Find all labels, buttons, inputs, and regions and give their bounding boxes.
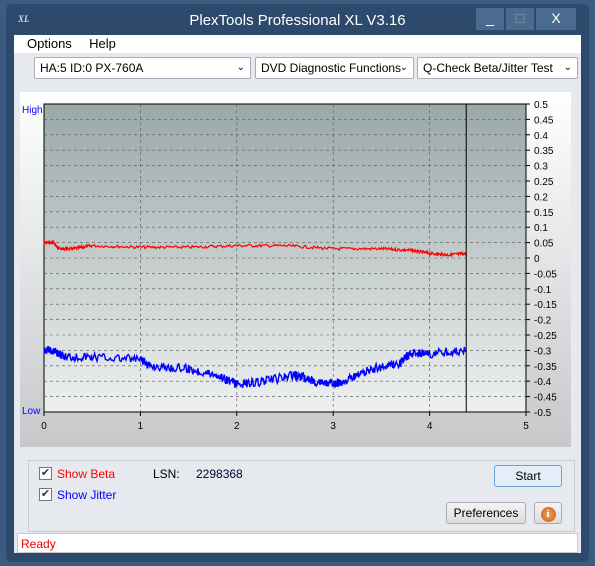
- x-tick-label: 4: [427, 421, 433, 432]
- client-area: Options Help HA:5 ID:0 PX-760A ⌄ DVD Diag…: [14, 35, 581, 553]
- drive-value: HA:5 ID:0 PX-760A: [40, 61, 144, 75]
- lsn-value: 2298368: [196, 467, 243, 481]
- function-value: DVD Diagnostic Functions: [261, 61, 402, 75]
- y-tick-label: 0.15: [534, 208, 554, 219]
- y-tick-label: 0.35: [534, 146, 554, 157]
- chevron-down-icon: ⌄: [236, 62, 245, 73]
- y-tick-label: -0.05: [534, 269, 557, 280]
- menu-help[interactable]: Help: [89, 36, 116, 51]
- drive-select[interactable]: HA:5 ID:0 PX-760A ⌄: [34, 57, 251, 79]
- y-tick-label: 0.5: [534, 100, 548, 111]
- y-tick-label: -0.1: [534, 285, 552, 296]
- chart-panel: 0.5 0.45 0.4 0.35 0.3 0.25 0.2 0.15 0.1 0.05 0 -0.0…: [20, 92, 571, 447]
- status-bar: Ready: [17, 533, 578, 553]
- low-label: Low: [22, 406, 41, 417]
- y-tick-label: -0.35: [534, 362, 557, 373]
- maximize-button[interactable]: □: [506, 8, 534, 30]
- show-beta-checkbox[interactable]: ✔: [39, 467, 52, 480]
- menu-bar: Options Help: [14, 35, 581, 53]
- show-jitter-checkbox[interactable]: ✔: [39, 488, 52, 501]
- high-label: High: [22, 105, 43, 116]
- test-value: Q-Check Beta/Jitter Test: [423, 61, 553, 75]
- menu-options[interactable]: Options: [27, 36, 72, 51]
- y-tick-label: -0.25: [534, 331, 557, 342]
- y-tick-label: 0.25: [534, 177, 554, 188]
- lsn-label: LSN:: [153, 467, 180, 481]
- test-select[interactable]: Q-Check Beta/Jitter Test ⌄: [417, 57, 578, 79]
- chevron-down-icon: ⌄: [563, 62, 572, 73]
- x-tick-label: 2: [234, 421, 240, 432]
- beta-jitter-chart: 0.5 0.45 0.4 0.35 0.3 0.25 0.2 0.15 0.1 0.05 0 -0.0…: [22, 100, 557, 432]
- y-tick-label: 0.3: [534, 162, 548, 173]
- app-window: XL PlexTools Professional XL V3.16 _ □ X…: [6, 4, 589, 562]
- y-tick-label: -0.3: [534, 346, 552, 357]
- y-tick-label: 0: [534, 254, 540, 265]
- info-button[interactable]: i: [534, 502, 562, 524]
- y-tick-label: -0.45: [534, 393, 557, 404]
- minimize-button[interactable]: _: [476, 8, 504, 30]
- x-tick-label: 5: [523, 421, 529, 432]
- x-tick-label: 0: [41, 421, 47, 432]
- y-tick-label: 0.1: [534, 223, 548, 234]
- y-tick-label: -0.15: [534, 300, 557, 311]
- close-button[interactable]: X: [536, 8, 576, 30]
- y-tick-label: 0.2: [534, 192, 548, 203]
- y-tick-label: 0.45: [534, 115, 554, 126]
- y-tick-label: 0.05: [534, 239, 554, 250]
- info-icon: i: [540, 507, 556, 522]
- controls-panel: ✔ Show Beta ✔ Show Jitter LSN: 2298368 S…: [28, 460, 575, 532]
- start-button[interactable]: Start: [494, 465, 562, 487]
- chevron-down-icon: ⌄: [399, 62, 408, 73]
- preferences-button[interactable]: Preferences: [446, 502, 526, 524]
- show-jitter-label: Show Jitter: [57, 488, 117, 502]
- function-select[interactable]: DVD Diagnostic Functions ⌄: [255, 57, 414, 79]
- show-beta-label: Show Beta: [57, 467, 116, 481]
- y-tick-label: -0.5: [534, 408, 552, 419]
- x-tick-label: 1: [138, 421, 144, 432]
- x-tick-label: 3: [330, 421, 336, 432]
- y-tick-label: 0.4: [534, 131, 548, 142]
- y-tick-label: -0.4: [534, 377, 552, 388]
- y-tick-label: -0.2: [534, 316, 552, 327]
